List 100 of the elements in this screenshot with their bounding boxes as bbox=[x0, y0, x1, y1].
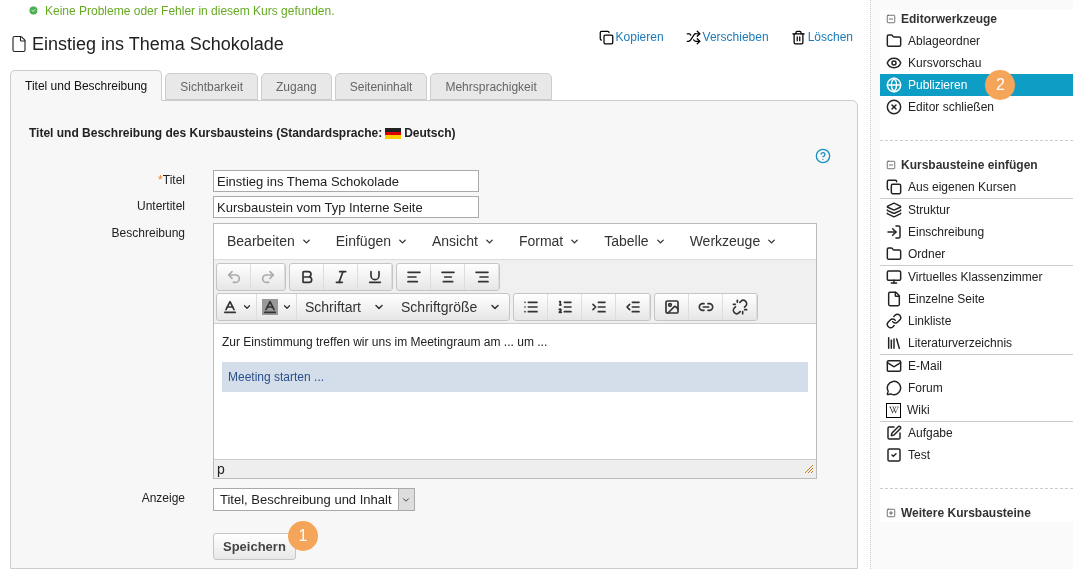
sidebar-item[interactable]: Literaturverzeichnis bbox=[880, 332, 1073, 354]
sidebar-item[interactable]: Einzelne Seite bbox=[880, 288, 1073, 310]
text-field[interactable]: Kursbaustein vom Typ Interne Seite bbox=[213, 196, 479, 218]
sidebar-item[interactable]: Forum bbox=[880, 377, 1073, 399]
tab[interactable]: Seiteninhalt bbox=[334, 73, 428, 100]
menu-item[interactable]: Tabelle bbox=[604, 231, 666, 252]
item-label: Einzelne Seite bbox=[908, 291, 985, 308]
item-label: Linkliste bbox=[908, 313, 952, 330]
unlink-icon bbox=[731, 299, 748, 315]
menu-item[interactable]: Einfügen bbox=[335, 231, 408, 252]
sidebar-item[interactable]: Ordner bbox=[880, 243, 1073, 265]
image-icon bbox=[663, 299, 680, 315]
sidebar-item[interactable]: Test bbox=[880, 444, 1073, 466]
folder-icon bbox=[886, 33, 902, 49]
tab[interactable]: Zugang bbox=[261, 73, 332, 100]
item-label: Literaturverzeichnis bbox=[908, 335, 1013, 352]
highlight-icon bbox=[261, 299, 278, 315]
caret-icon bbox=[483, 236, 495, 247]
text-field[interactable]: Einstieg ins Thema Schokolade bbox=[213, 170, 479, 192]
move-link[interactable]: Verschieben bbox=[685, 28, 769, 46]
align-left-icon bbox=[405, 269, 422, 285]
globe-icon bbox=[886, 77, 902, 93]
mail-icon bbox=[886, 358, 902, 374]
numbered-list-icon bbox=[556, 299, 573, 315]
sidebar-item[interactable]: Aufgabe bbox=[880, 422, 1073, 444]
check-icon bbox=[28, 5, 39, 16]
status-message: Keine Probleme oder Fehler in diesem Kurs gefunden. bbox=[45, 2, 335, 20]
sidebar-item[interactable]: Virtuelles Klassenzimmer bbox=[880, 266, 1073, 288]
monitor-icon bbox=[886, 269, 902, 285]
meeting-block[interactable]: Meeting starten ... bbox=[222, 362, 808, 392]
align-center-icon bbox=[439, 269, 456, 285]
chat-icon bbox=[886, 380, 902, 396]
sidebar-item[interactable]: Wiki bbox=[880, 399, 1073, 421]
page-title: Einstieg ins Thema Schokolade bbox=[32, 32, 284, 56]
trash-icon bbox=[790, 29, 806, 45]
layers-icon bbox=[886, 202, 902, 218]
toolbar-dropdown[interactable]: Schriftart bbox=[297, 294, 393, 320]
item-label: Forum bbox=[908, 380, 943, 397]
field-label: *Titel bbox=[158, 172, 185, 189]
item-label: Editor schließen bbox=[908, 99, 995, 116]
sidebar-item[interactable]: Ablageordner bbox=[880, 30, 1073, 52]
item-label: Virtuelles Klassenzimmer bbox=[908, 269, 1043, 286]
menu-item[interactable]: Format bbox=[518, 231, 581, 252]
collapse-icon[interactable] bbox=[886, 14, 896, 24]
tab[interactable]: Mehrsprachigkeit bbox=[430, 73, 552, 100]
field-label: Beschreibung bbox=[111, 225, 185, 242]
number-badge: 2 bbox=[985, 70, 1016, 100]
copy-link[interactable]: Kopieren bbox=[598, 28, 664, 46]
sidebar-item[interactable]: Struktur bbox=[880, 199, 1073, 221]
display-select[interactable]: Titel, Beschreibung und Inhalt bbox=[213, 488, 415, 511]
caret-icon bbox=[241, 302, 252, 312]
wiki-icon bbox=[886, 402, 901, 418]
page-icon bbox=[886, 291, 902, 307]
editor-paragraph: Zur Einstimmung treffen wir uns im Meetingraum am ... um ... bbox=[222, 334, 549, 351]
outdent-icon bbox=[624, 299, 641, 315]
shuffle-icon bbox=[685, 29, 701, 45]
copy-icon bbox=[886, 179, 902, 195]
german-flag-icon bbox=[385, 127, 402, 139]
help-icon[interactable] bbox=[815, 148, 831, 164]
sidebar-item[interactable]: Einschreibung bbox=[880, 221, 1073, 243]
edit-icon bbox=[886, 425, 902, 441]
sidebar-item[interactable]: Linkliste bbox=[880, 310, 1073, 332]
caret-icon bbox=[281, 302, 292, 312]
sidebar-item[interactable]: E-Mail bbox=[880, 355, 1073, 377]
tab[interactable]: Sichtbarkeit bbox=[165, 73, 258, 100]
element-path: p bbox=[217, 459, 225, 479]
folder-icon bbox=[886, 246, 902, 262]
form-heading: Titel und Beschreibung des Kursbausteins (Standardsprache: bbox=[29, 125, 383, 142]
expand-icon[interactable] bbox=[886, 508, 896, 518]
toolbar-dropdown[interactable]: Schriftgröße bbox=[393, 294, 510, 320]
language-label: Deutsch) bbox=[404, 125, 456, 142]
item-label: Struktur bbox=[908, 202, 950, 219]
number-badge: 1 bbox=[287, 521, 318, 551]
indent-icon bbox=[590, 299, 607, 315]
save-button[interactable]: Speichern bbox=[213, 533, 296, 560]
item-label: Wiki bbox=[907, 402, 930, 419]
resize-handle-icon[interactable] bbox=[805, 465, 813, 473]
item-label: Ordner bbox=[908, 246, 946, 263]
item-label: Ablageordner bbox=[908, 33, 981, 50]
redo-icon bbox=[259, 269, 276, 285]
collapse-icon[interactable] bbox=[886, 160, 896, 170]
checkbox-icon bbox=[886, 447, 902, 463]
field-label: Untertitel bbox=[136, 198, 185, 215]
menu-item[interactable]: Ansicht bbox=[432, 231, 495, 252]
menu-item[interactable]: Bearbeiten bbox=[227, 231, 312, 252]
login-icon bbox=[886, 224, 902, 240]
menu-item[interactable]: Werkzeuge bbox=[689, 231, 778, 252]
caret-icon bbox=[569, 236, 581, 247]
caret-icon bbox=[397, 236, 408, 247]
delete-link[interactable]: Löschen bbox=[790, 28, 853, 46]
field-label: Anzeige bbox=[141, 490, 185, 507]
section-title: Kursbausteine einfügen bbox=[901, 157, 1038, 174]
item-label: E-Mail bbox=[908, 358, 942, 375]
item-label: Aufgabe bbox=[908, 425, 953, 442]
sidebar-item[interactable]: Aus eigenen Kursen bbox=[880, 176, 1073, 198]
close-icon bbox=[886, 99, 902, 115]
caret-icon bbox=[300, 236, 312, 247]
section-title: Weitere Kursbausteine bbox=[901, 505, 1031, 522]
tab[interactable]: Titel und Beschreibung bbox=[10, 70, 163, 101]
copy-icon bbox=[598, 29, 614, 45]
